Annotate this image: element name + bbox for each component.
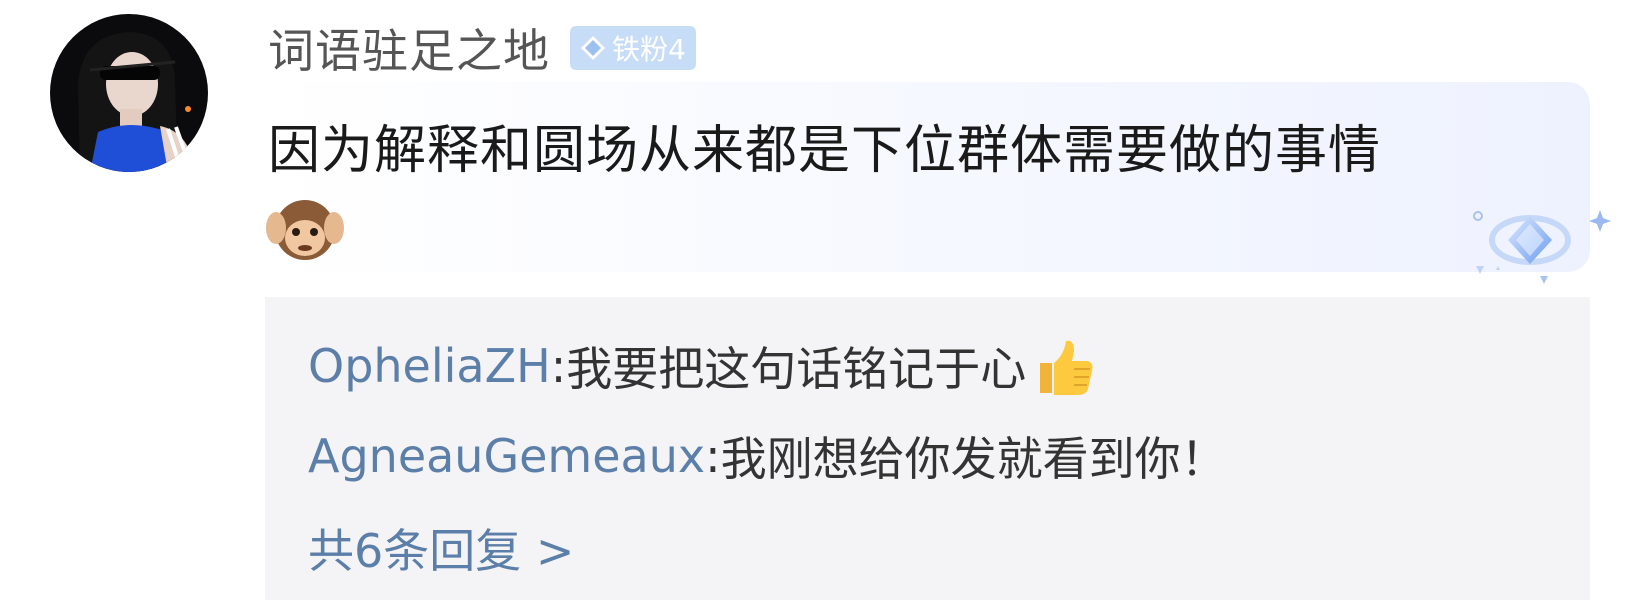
username[interactable]: 词语驻足之地 — [268, 15, 550, 81]
reply-item[interactable]: AgneauGemeaux : 我刚想给你发就看到你！ — [308, 423, 1227, 489]
replies-panel: OpheliaZH : 我要把这句话铭记于心 AgneauGemeaux : 我… — [265, 297, 1590, 600]
reply-text: 我刚想给你发就看到你！ — [720, 432, 1227, 486]
thumbs-up-emoji — [1040, 340, 1093, 395]
reply-separator: : — [550, 339, 567, 393]
diamond-fan-icon — [1473, 210, 1611, 284]
comment-text: 因为解释和圆场从来都是下位群体需要做的事情 — [268, 121, 1382, 181]
comment-card: 词语驻足之地 铁粉4 因为解释和圆场从来都是下位群体需要做的事情 Ophelia… — [0, 0, 1640, 600]
reply-author[interactable]: AgneauGemeaux — [308, 429, 705, 483]
see-no-evil-monkey-emoji — [266, 200, 344, 260]
reply-text: 我要把这句话铭记于心 — [566, 342, 1027, 396]
diamond-icon — [581, 36, 605, 60]
view-all-replies-link[interactable]: 共6条回复 > — [308, 515, 574, 581]
badge-label: 铁粉4 — [612, 33, 686, 66]
reply-item[interactable]: OpheliaZH : 我要把这句话铭记于心 — [308, 333, 1096, 399]
comment-header: 词语驻足之地 铁粉4 — [268, 16, 696, 80]
avatar[interactable] — [50, 14, 208, 172]
reply-author[interactable]: OpheliaZH — [308, 339, 551, 393]
fan-badge[interactable]: 铁粉4 — [570, 26, 696, 70]
reply-separator: : — [705, 429, 721, 483]
